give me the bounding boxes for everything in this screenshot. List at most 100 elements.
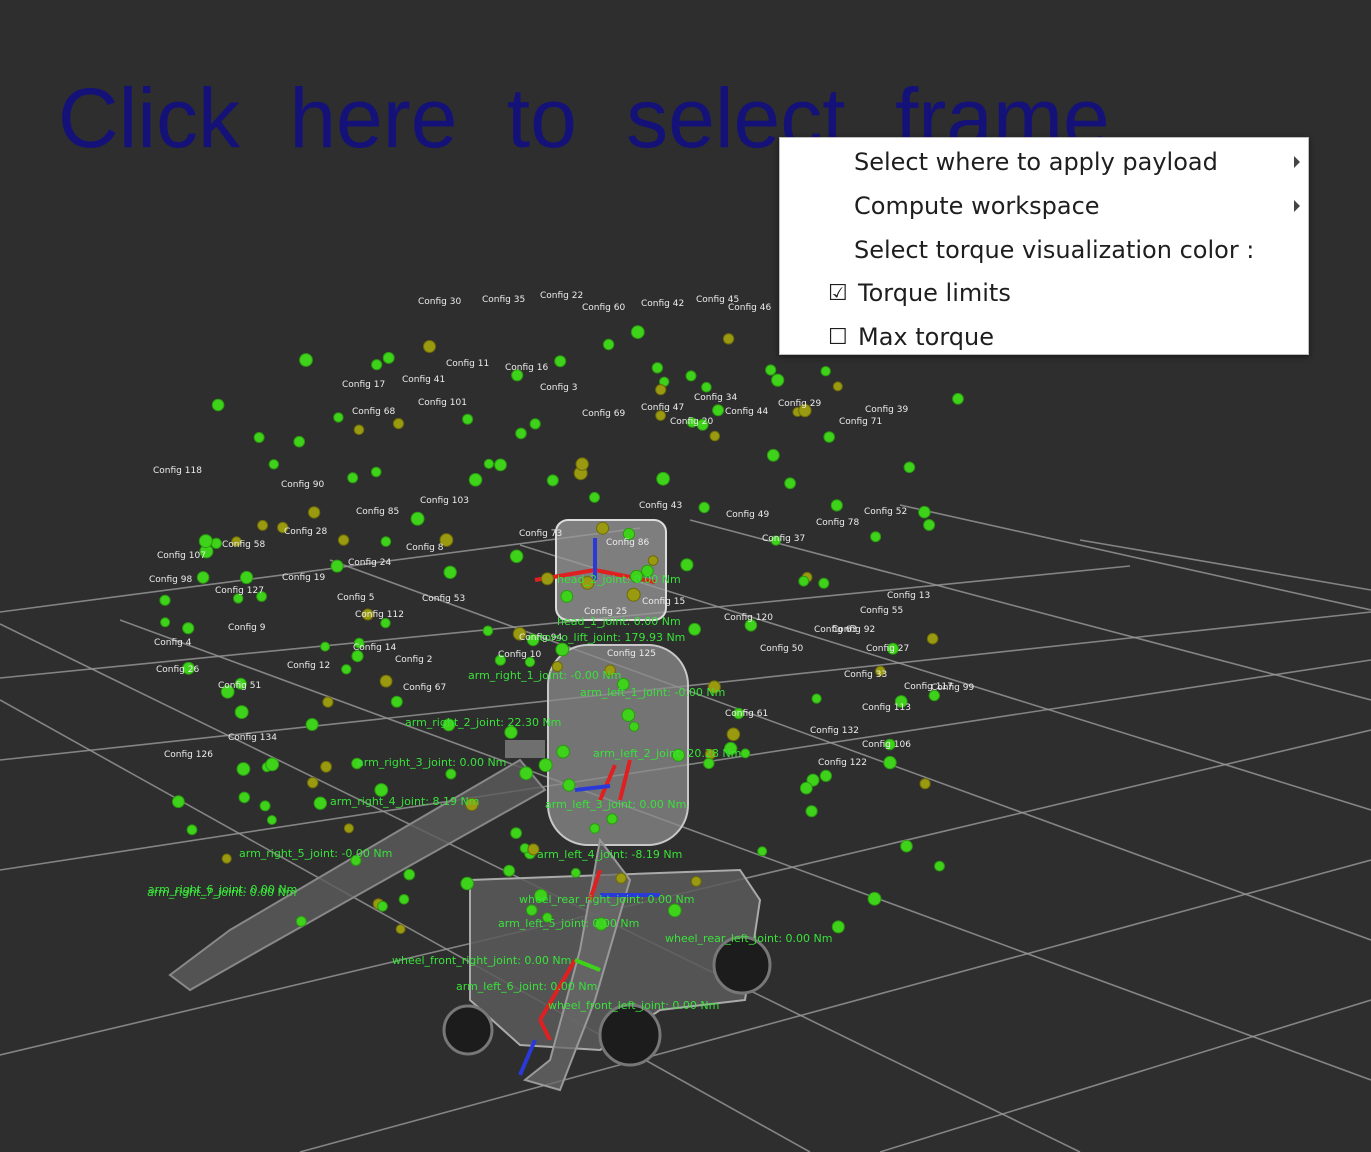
workspace-sphere [798,575,810,587]
joint-torque-label: arm_right_4_joint: 8.19 Nm [330,795,479,808]
workspace-sphere [460,876,475,891]
config-label: Config 12 [287,661,330,671]
config-label: Config 15 [642,597,685,607]
workspace-sphere [688,622,701,636]
config-label: Config 49 [726,510,769,520]
workspace-sphere [382,351,395,364]
workspace-sphere [540,572,554,586]
config-label: Config 22 [540,291,583,301]
workspace-sphere [712,404,725,417]
menu-item-torque-limits[interactable]: ☑ Torque limits [780,271,1308,315]
workspace-sphere [832,381,843,392]
workspace-sphere [494,458,507,472]
config-label: Config 39 [865,405,908,415]
workspace-sphere [883,755,897,770]
config-label: Config 19 [282,573,325,583]
menu-item-max-torque[interactable]: ☐ Max torque [780,315,1308,359]
workspace-sphere [626,587,641,602]
grid-line [1079,539,1371,591]
workspace-sphere [570,867,581,878]
workspace-sphere [236,762,251,776]
config-label: Config 50 [760,644,803,654]
menu-item-compute-workspace[interactable]: Compute workspace [780,184,1308,228]
joint-torque-label: wheel_rear_right_joint: 0.00 Nm [519,893,694,906]
workspace-sphere [266,815,277,825]
workspace-sphere [615,872,627,884]
workspace-sphere [685,370,697,382]
workspace-sphere [589,491,600,503]
config-label: Config 29 [778,399,821,409]
submenu-arrow-icon [1294,200,1300,212]
checkbox-checked-icon[interactable]: ☑ [828,281,848,306]
config-label: Config 14 [353,643,396,653]
config-label: Config 4 [154,638,192,648]
workspace-sphere [562,778,576,792]
checkbox-unchecked-icon[interactable]: ☐ [828,325,848,350]
workspace-sphere [823,431,836,443]
config-label: Config 134 [228,733,277,743]
workspace-sphere [655,384,667,396]
workspace-sphere [221,853,232,864]
config-label: Config 51 [218,681,261,691]
workspace-sphere [560,590,574,603]
workspace-sphere [771,373,785,387]
workspace-sphere [546,474,559,487]
workspace-sphere [313,796,327,810]
context-menu[interactable]: Select where to apply payload Compute wo… [779,137,1309,355]
config-label: Config 113 [862,703,911,713]
menu-item-label: Select where to apply payload [854,148,1218,176]
config-label: Config 86 [606,538,649,548]
config-label: Config 44 [725,407,768,417]
config-label: Config 34 [694,393,737,403]
config-label: Config 71 [839,417,882,427]
config-label: Config 132 [810,726,859,736]
workspace-sphere [831,920,845,934]
workspace-sphere [253,432,265,443]
workspace-sphere [379,674,393,688]
workspace-sphere [293,435,306,448]
config-label: Config 125 [607,649,656,659]
workspace-sphere [198,534,213,549]
workspace-sphere [343,823,354,834]
menu-item-label: Compute workspace [854,192,1100,220]
rviz-3d-viewport[interactable]: Config 30 Config 35 Config 22 Config 60 Conf… [0,0,1371,1152]
workspace-sphere [482,625,494,637]
workspace-sphere [766,448,780,462]
menu-item-select-payload[interactable]: Select where to apply payload [780,140,1308,184]
workspace-sphere [392,418,405,430]
workspace-sphere [337,534,350,546]
config-label: Config 13 [887,591,930,601]
config-label: Config 33 [844,670,887,680]
workspace-sphere [630,325,645,340]
workspace-sphere [160,617,171,628]
workspace-sphere [819,769,833,783]
workspace-sphere [333,412,344,423]
config-label: Config 53 [422,594,465,604]
workspace-sphere [784,477,796,490]
config-label: Config 126 [164,750,213,760]
workspace-sphere [923,519,936,531]
workspace-sphere [341,664,352,675]
joint-torque-label: arm_right_6_joint: 0.00 Nm [148,883,297,896]
config-label: Config 10 [498,650,541,660]
submenu-arrow-icon [1294,156,1300,168]
workspace-sphere [509,549,524,564]
config-label: Config 2 [395,655,432,665]
workspace-sphere [503,864,516,877]
workspace-sphere [818,577,830,589]
config-label: Config 107 [157,551,206,561]
joint-torque-label: arm_left_1_joint: -0.00 Nm [580,686,725,699]
workspace-sphere [398,894,410,905]
config-label: Config 17 [342,380,385,390]
joint-torque-label: arm_right_3_joint: 0.00 Nm [357,756,506,769]
robot-wheel [442,1004,494,1056]
config-label: Config 106 [862,740,911,750]
config-label: Config 90 [281,480,324,490]
config-label: Config 63 [814,625,857,635]
workspace-sphere [234,705,249,720]
workspace-sphere [805,805,818,818]
workspace-sphere [307,777,319,789]
config-label: Config 27 [866,644,909,654]
workspace-sphere [701,381,712,393]
config-label: Config 47 [641,403,684,413]
